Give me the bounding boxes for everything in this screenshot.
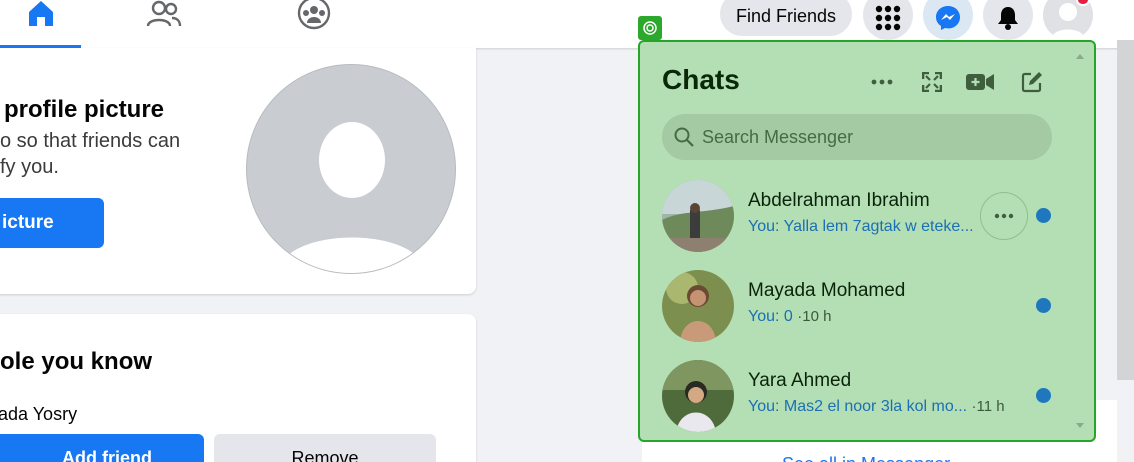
groups-icon [297,0,331,30]
home-tab[interactable] [0,0,81,48]
description-line: fy you. [0,156,59,178]
bell-icon [998,7,1018,30]
search-icon [674,127,694,147]
video-camera-plus-icon [966,74,994,90]
unread-indicator [1036,298,1051,313]
scroll-up-arrow[interactable] [1076,54,1084,59]
more-horizontal-icon [871,79,893,85]
card-description: o so that friends can fy you. [0,128,200,180]
add-profile-picture-card: profile picture o so that friends can fy… [0,48,476,294]
message-time: 11 h [976,398,1005,415]
chat-item[interactable]: Abdelrahman Ibrahim You: Yalla lem 7agta… [662,180,1062,252]
messenger-icon [936,6,960,30]
avatar [662,270,734,342]
expand-button[interactable] [918,68,946,96]
new-message-button[interactable] [1018,68,1046,96]
message-preview: You: Yalla lem 7agtak w eteke... [748,218,974,235]
message-preview: You: 0 [748,308,793,325]
chat-name: Abdelrahman Ibrahim [748,190,930,211]
chat-item[interactable]: Mayada Mohamed You: 0 ·10 h [662,270,1062,342]
add-friend-button[interactable]: Add friend [0,434,204,462]
card-title: profile picture [4,96,165,123]
page-scrollbar[interactable] [1117,40,1134,380]
chats-title: Chats [662,64,740,95]
message-time: 10 h [802,308,832,325]
people-you-may-know-card: ole you know ada Yosry Add friend Remove [0,314,476,462]
default-avatar-icon [277,122,427,273]
search-messenger-input[interactable]: Search Messenger [662,114,1052,160]
chats-options-button[interactable] [868,68,896,96]
add-picture-button[interactable]: icture [0,198,104,248]
compose-icon [1021,72,1042,93]
chats-scrollbar[interactable] [1074,48,1088,434]
selection-marker-icon [638,16,662,40]
see-all-in-messenger-link[interactable]: See all in Messenger [782,454,950,462]
avatar [662,360,734,432]
suggested-person-name[interactable]: ada Yosry [0,404,77,425]
search-placeholder: Search Messenger [702,126,854,147]
friends-tab[interactable] [140,0,188,48]
message-preview: You: Mas2 el noor 3la kol mo... [748,398,968,415]
more-horizontal-icon [994,213,1014,219]
new-room-button[interactable] [966,68,994,96]
unread-indicator [1036,388,1051,403]
remove-button[interactable]: Remove [214,434,436,462]
chat-preview: You: Mas2 el noor 3la kol mo... ·11 h [748,398,1005,416]
find-friends-button[interactable]: Find Friends [720,0,852,36]
unread-indicator [1036,208,1051,223]
chats-panel: Chats Search Messenger Abdelrahman Ibrah… [638,40,1096,442]
chat-name: Mayada Mohamed [748,280,906,301]
profile-placeholder-avatar[interactable] [246,64,456,274]
chat-preview: You: Yalla lem 7agtak w eteke... [748,218,974,236]
description-line: o so that friends can [0,130,181,152]
chat-options-button[interactable] [980,192,1028,240]
chat-item[interactable]: Yara Ahmed You: Mas2 el noor 3la kol mo.… [662,360,1062,432]
chat-name: Yara Ahmed [748,370,852,391]
groups-tab[interactable] [290,0,338,48]
card-title: ole you know [0,348,153,375]
expand-icon [922,72,942,92]
scroll-down-arrow[interactable] [1076,423,1084,428]
chat-preview: You: 0 ·10 h [748,308,831,326]
friends-icon [146,0,182,27]
menu-grid-icon [875,5,901,31]
avatar [662,180,734,252]
home-icon [28,1,53,26]
